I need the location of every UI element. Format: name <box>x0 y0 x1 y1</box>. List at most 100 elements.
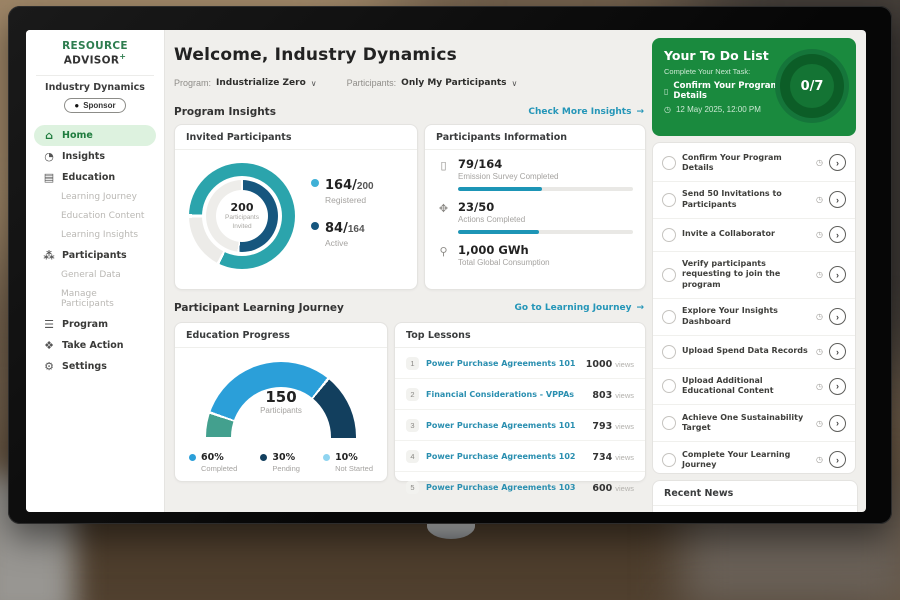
todo-counter: 0/7 <box>801 79 824 94</box>
education-icon: ▤ <box>43 172 55 183</box>
sidebar-item-label: General Data <box>61 270 121 280</box>
arrow-right-icon: → <box>636 107 644 117</box>
donut-center-value: 200 <box>231 201 254 214</box>
lesson-row: 4 Power Purchase Agreements 102 734views <box>395 441 645 472</box>
go-to-learning-journey-link[interactable]: Go to Learning Journey → <box>515 303 644 313</box>
clock-icon: ◷ <box>816 270 823 279</box>
top-lessons-card: Top Lessons 1 Power Purchase Agreements … <box>394 322 646 482</box>
clock-icon: ◷ <box>816 195 823 204</box>
logo-secondary: ADVISOR <box>64 55 120 67</box>
logo-primary: RESOURCE <box>62 40 128 52</box>
dashboard-screen: RESOURCE ADVISOR+ Industry Dynamics ● Sp… <box>26 30 866 512</box>
insights-icon: ◔ <box>43 151 55 162</box>
chevron-right-icon[interactable]: › <box>829 308 846 325</box>
sidebar-item-label: Learning Insights <box>61 230 138 240</box>
chevron-right-icon[interactable]: › <box>829 378 846 395</box>
chevron-right-icon[interactable]: › <box>829 415 846 432</box>
lesson-link[interactable]: Power Purchase Agreements 101 <box>426 359 579 368</box>
education-gauge-chart: 150 Participants <box>175 348 387 444</box>
clock-icon: ◷ <box>816 347 823 356</box>
task-row[interactable]: Explore Your Insights Dashboard ◷ › <box>653 299 855 336</box>
chevron-right-icon[interactable]: › <box>829 451 846 468</box>
legend-item: 30% Pending <box>260 452 300 473</box>
top-lessons-title: Top Lessons <box>395 323 645 348</box>
clock-icon: ◷ <box>816 230 823 239</box>
info-rows: ▯ 79/164 Emission Survey Completed ✥ 23/… <box>425 150 645 267</box>
hand-icon: ✥ <box>437 202 450 224</box>
sidebar-item[interactable]: ⚙ Settings <box>34 356 156 377</box>
task-label: Upload Spend Data Records <box>682 346 810 356</box>
task-checkbox[interactable] <box>662 310 676 324</box>
task-label: Achieve One Sustainability Target <box>682 413 810 434</box>
chevron-right-icon[interactable]: › <box>829 154 846 171</box>
learning-journey-title: Participant Learning Journey <box>174 302 344 314</box>
clock-icon: ◷ <box>816 455 823 464</box>
sidebar-item[interactable]: ◔ Insights <box>34 146 156 167</box>
task-row[interactable]: Confirm Your Program Details ◷ › <box>653 145 855 182</box>
sidebar-item-label: Home <box>62 130 93 141</box>
check-more-insights-link[interactable]: Check More Insights → <box>528 107 644 117</box>
sponsor-badge[interactable]: ● Sponsor <box>64 98 125 113</box>
participants-filter[interactable]: Participants: Only My Participants ∨ <box>347 78 518 88</box>
sidebar-item-label: Settings <box>62 361 107 372</box>
lesson-link[interactable]: Power Purchase Agreements 103 <box>426 483 585 492</box>
lesson-row: 1 Power Purchase Agreements 101 1000view… <box>395 348 645 379</box>
sidebar-item[interactable]: Education Content <box>34 207 156 226</box>
task-label: Upload Additional Educational Content <box>682 376 810 397</box>
home-icon: ⌂ <box>43 130 55 141</box>
sidebar-item-label: Education Content <box>61 211 144 221</box>
task-row[interactable]: Send 50 Invitations to Participants ◷ › <box>653 182 855 219</box>
bulb-icon: ⚲ <box>437 245 450 267</box>
sidebar-item[interactable]: Learning Journey <box>34 188 156 207</box>
app-logo: RESOURCE ADVISOR+ <box>26 30 164 67</box>
sidebar-item[interactable]: General Data <box>34 266 156 285</box>
lesson-row: 2 Financial Considerations - VPPAs 803vi… <box>395 379 645 410</box>
sidebar-item-label: Insights <box>62 151 105 162</box>
sidebar-item[interactable]: ⁂ Participants <box>34 245 156 266</box>
participants-information-card: Participants Information ▯ 79/164 Emissi… <box>424 124 646 290</box>
chevron-right-icon[interactable]: › <box>829 226 846 243</box>
chevron-right-icon[interactable]: › <box>829 343 846 360</box>
sidebar-item[interactable]: ⌂ Home <box>34 125 156 146</box>
lesson-link[interactable]: Power Purchase Agreements 101 <box>426 421 585 430</box>
task-row[interactable]: Verify participants requesting to join t… <box>653 252 855 299</box>
invited-donut-chart: 200 Participants Invited <box>189 163 295 269</box>
legend-dot <box>311 179 319 187</box>
program-filter[interactable]: Program: Industrialize Zero ∨ <box>174 78 317 88</box>
task-row[interactable]: Invite a Collaborator ◷ › <box>653 219 855 252</box>
arrow-right-icon: → <box>636 303 644 313</box>
sidebar-item[interactable]: ❖ Take Action <box>34 335 156 356</box>
info-row: ✥ 23/50 Actions Completed <box>425 193 645 234</box>
sidebar-item[interactable]: ▤ Education <box>34 167 156 188</box>
legend-item: 10% Not Started <box>323 452 373 473</box>
task-checkbox[interactable] <box>662 193 676 207</box>
task-checkbox[interactable] <box>662 453 676 467</box>
gauge-legend: 60% Completed 30% Pending 10% Not Starte… <box>175 444 387 473</box>
info-row: ⚲ 1,000 GWh Total Global Consumption <box>425 236 645 267</box>
task-checkbox[interactable] <box>662 416 676 430</box>
lesson-rank: 2 <box>406 388 419 401</box>
lesson-link[interactable]: Financial Considerations - VPPAs <box>426 390 585 399</box>
task-checkbox[interactable] <box>662 156 676 170</box>
task-row[interactable]: Upload Additional Educational Content ◷ … <box>653 369 855 406</box>
chevron-right-icon[interactable]: › <box>829 191 846 208</box>
task-checkbox[interactable] <box>662 345 676 359</box>
sidebar-item[interactable]: ☰ Program <box>34 314 156 335</box>
task-row[interactable]: Complete Your Learning Journey ◷ › <box>653 442 855 479</box>
donut-center-label: Participants Invited <box>221 214 263 231</box>
chevron-right-icon[interactable]: › <box>829 266 846 283</box>
task-checkbox[interactable] <box>662 268 676 282</box>
task-row[interactable]: Upload Spend Data Records ◷ › <box>653 336 855 369</box>
task-label: Send 50 Invitations to Participants <box>682 189 810 210</box>
legend-dot <box>311 222 319 230</box>
task-row[interactable]: Achieve One Sustainability Target ◷ › <box>653 405 855 442</box>
clock-icon: ◷ <box>816 382 823 391</box>
task-checkbox[interactable] <box>662 379 676 393</box>
lesson-link[interactable]: Power Purchase Agreements 102 <box>426 452 585 461</box>
sidebar-menu: ⌂ Home ◔ Insights ▤ Education Learning J… <box>26 125 164 377</box>
program-filter-value: Industrialize Zero <box>216 78 306 88</box>
task-checkbox[interactable] <box>662 228 676 242</box>
sidebar-item[interactable]: Manage Participants <box>34 285 156 314</box>
donut-legend: 164/200 Registered 84/164 Active <box>311 176 374 262</box>
sidebar-item[interactable]: Learning Insights <box>34 226 156 245</box>
